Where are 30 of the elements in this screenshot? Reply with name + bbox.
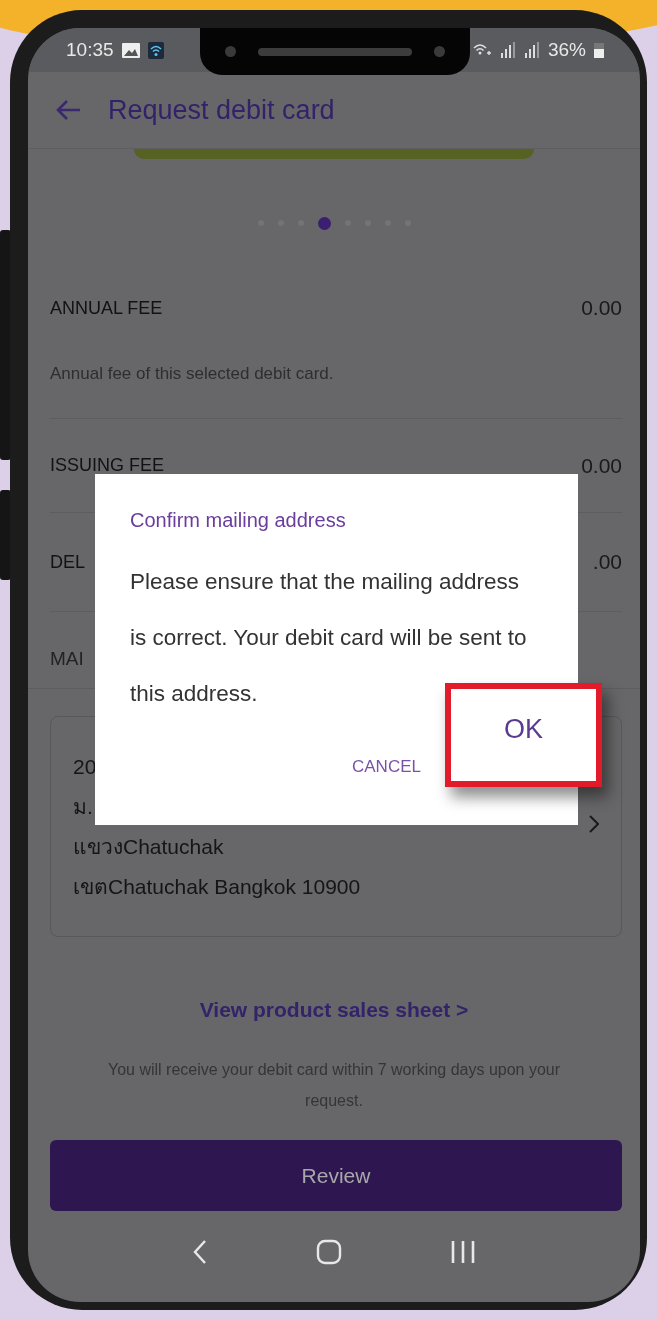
fee-value: .00: [592, 550, 622, 574]
home-icon[interactable]: [316, 1239, 342, 1265]
review-button[interactable]: Review: [50, 1140, 622, 1211]
fee-label: ISSUING FEE: [50, 455, 165, 476]
status-time: 10:35: [66, 39, 114, 61]
battery-percent: 36%: [547, 39, 586, 61]
wifi-icon: [147, 41, 164, 59]
back-icon[interactable]: [192, 1239, 208, 1265]
fee-description: Annual fee of this selected debit card.: [50, 363, 335, 385]
screen-title: Request debit card: [108, 94, 335, 126]
fee-label: ANNUAL FEE: [50, 297, 163, 319]
fee-value: 0.00: [581, 296, 622, 320]
gallery-icon: [121, 42, 140, 58]
carousel-dot[interactable]: [317, 216, 331, 230]
chevron-icon: [589, 815, 599, 833]
ok-button[interactable]: OK: [445, 683, 602, 787]
signal-icon: [499, 42, 516, 58]
cancel-button[interactable]: CANCEL: [352, 757, 421, 777]
section-label: MAI: [50, 648, 84, 669]
recent-apps-icon[interactable]: [450, 1240, 476, 1264]
address-line: เขตChatuchak Bangkok 10900: [73, 874, 361, 900]
address-line: แขวงChatuchak: [73, 834, 224, 860]
address-line: 20: [73, 754, 97, 780]
address-line: ม.: [73, 794, 93, 820]
back-icon[interactable]: [56, 99, 82, 121]
battery-icon: [594, 42, 604, 58]
dialog-title: Confirm mailing address: [130, 508, 347, 533]
fee-label: DEL: [50, 551, 85, 573]
signal-icon: [523, 42, 540, 58]
fee-value: 0.00: [581, 453, 622, 478]
